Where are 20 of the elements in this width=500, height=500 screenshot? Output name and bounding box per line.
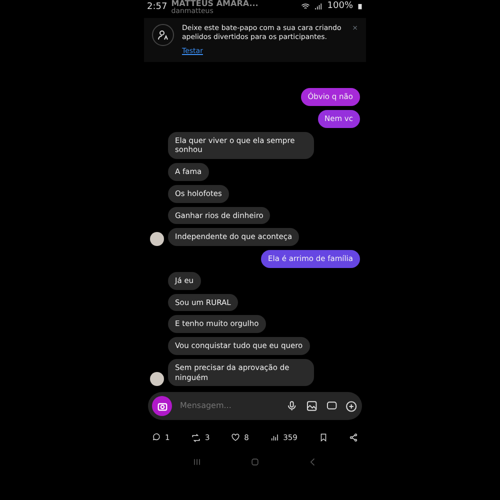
home-icon[interactable] xyxy=(250,456,260,467)
camera-button[interactable] xyxy=(152,396,172,416)
plus-icon[interactable] xyxy=(345,400,358,413)
camera-icon[interactable] xyxy=(156,400,168,412)
wifi-icon xyxy=(301,2,310,12)
bar-chart-icon[interactable] xyxy=(270,433,280,442)
bookmark-icon[interactable] xyxy=(318,433,328,442)
chat-icon[interactable] xyxy=(326,400,338,412)
signal-icon xyxy=(314,2,324,12)
heart-icon[interactable] xyxy=(231,433,240,442)
clock-time: 2:57 xyxy=(147,0,168,14)
microphone-icon[interactable] xyxy=(286,400,298,412)
chat-title: MATTEUS AMARA... xyxy=(171,0,258,8)
repost-icon[interactable] xyxy=(191,432,202,443)
image-icon[interactable] xyxy=(306,400,318,412)
share-icon[interactable] xyxy=(349,433,358,442)
comment-icon[interactable] xyxy=(152,433,161,442)
battery-level: 100% xyxy=(327,0,353,13)
person-icon xyxy=(157,29,169,41)
battery-icon xyxy=(357,2,363,12)
